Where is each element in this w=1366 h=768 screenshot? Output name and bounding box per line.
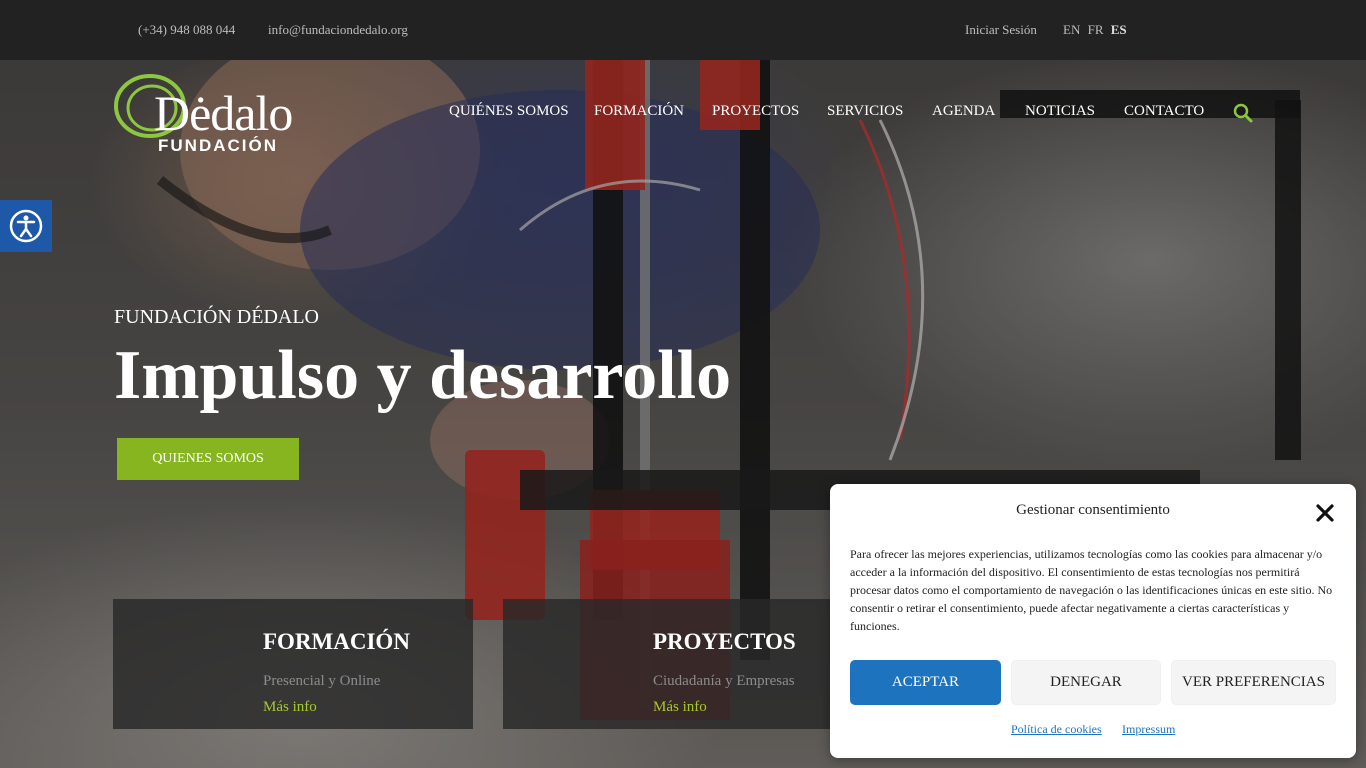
- lang-en[interactable]: EN: [1063, 22, 1080, 37]
- nav-item-agenda[interactable]: AGENDA: [932, 103, 995, 120]
- search-icon[interactable]: [1232, 102, 1254, 124]
- consent-title: Gestionar consentimiento: [1016, 502, 1170, 518]
- nav-item-noticias[interactable]: NOTICIAS: [1025, 103, 1095, 120]
- accept-button[interactable]: ACEPTAR: [850, 660, 1001, 705]
- nav-item-contacto[interactable]: CONTACTO: [1124, 103, 1204, 120]
- nav-item-proyectos[interactable]: PROYECTOS: [712, 103, 799, 120]
- card-title: FORMACIÓN: [263, 629, 410, 654]
- card-formacion[interactable]: FORMACIÓN Presencial y Online Más info: [113, 599, 473, 729]
- accessibility-icon: [9, 209, 43, 243]
- card-description: Presencial y Online: [263, 673, 381, 689]
- card-more-link[interactable]: Más info: [653, 699, 707, 716]
- nav-item-formacion[interactable]: FORMACIÓN: [594, 103, 684, 120]
- accessibility-button[interactable]: [0, 200, 52, 252]
- cookie-consent-dialog: Gestionar consentimiento Para ofrecer la…: [830, 484, 1356, 758]
- card-description: Ciudadanía y Empresas: [653, 673, 795, 689]
- close-icon[interactable]: [1314, 502, 1336, 524]
- quienes-somos-button[interactable]: QUIENES SOMOS: [117, 438, 299, 480]
- email-link[interactable]: info@fundaciondedalo.org: [268, 22, 408, 38]
- hero-kicker: FUNDACIÓN DÉDALO: [114, 306, 319, 328]
- deny-button[interactable]: DENEGAR: [1011, 660, 1161, 705]
- consent-body-text: Para ofrecer las mejores experiencias, u…: [850, 547, 1333, 633]
- preferences-button[interactable]: VER PREFERENCIAS: [1171, 660, 1336, 705]
- top-bar: (+34) 948 088 044 info@fundaciondedalo.o…: [0, 0, 1366, 60]
- lang-fr[interactable]: FR: [1088, 22, 1104, 37]
- site-logo[interactable]: Dėdalo FUNDACIÓN: [112, 70, 317, 162]
- cookie-policy-link[interactable]: Política de cookies: [1011, 722, 1102, 737]
- phone-link[interactable]: (+34) 948 088 044: [138, 22, 235, 38]
- impressum-link[interactable]: Impressum: [1122, 722, 1175, 737]
- card-title: PROYECTOS: [653, 629, 796, 654]
- hero-headline: Impulso y desarrollo: [114, 337, 732, 414]
- logo-brand: Dėdalo: [154, 85, 293, 141]
- card-proyectos[interactable]: PROYECTOS Ciudadanía y Empresas Más info: [503, 599, 863, 729]
- logo-subtitle: FUNDACIÓN: [158, 136, 278, 155]
- lang-es[interactable]: ES: [1111, 22, 1127, 37]
- nav-item-servicios[interactable]: SERVICIOS: [827, 103, 903, 120]
- nav-item-quienes-somos[interactable]: QUIÉNES SOMOS: [449, 103, 569, 120]
- language-switcher: EN FR ES: [1063, 22, 1131, 38]
- login-link[interactable]: Iniciar Sesión: [965, 22, 1037, 38]
- card-more-link[interactable]: Más info: [263, 699, 317, 716]
